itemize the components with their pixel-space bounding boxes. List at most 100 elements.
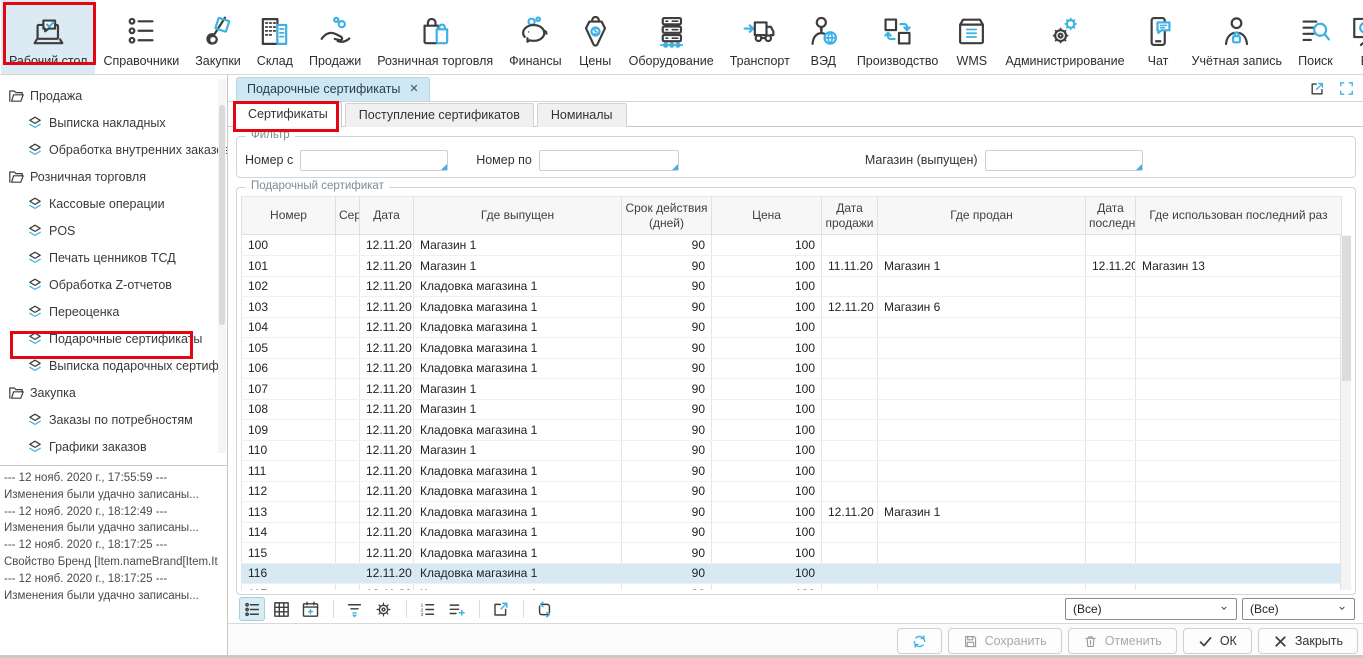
column-header[interactable]: Где выпущен: [414, 197, 622, 235]
toolbar-item-wms[interactable]: WMS: [946, 0, 997, 74]
navigation-tree: Продажа Выписка накладных Обработка внут…: [0, 75, 227, 465]
filter-input-2[interactable]: [986, 151, 1142, 170]
table-scrollbar-thumb[interactable]: [1342, 236, 1351, 381]
sidebar-item-3[interactable]: Розничная торговля: [0, 163, 227, 190]
table-row[interactable]: 10812.11.20Магазин 190100: [242, 399, 1342, 420]
sidebar-item-label: Закупка: [30, 386, 76, 400]
toolbar-item-sales[interactable]: Продажи: [301, 0, 369, 74]
column-header[interactable]: Номер: [242, 197, 336, 235]
settings-icon[interactable]: [370, 597, 396, 621]
filter-select-1[interactable]: (Все): [1242, 598, 1355, 620]
subtab-1[interactable]: Поступление сертификатов: [345, 103, 534, 127]
table-cell: 12.11.20: [360, 399, 414, 420]
column-header[interactable]: Где продан: [878, 197, 1086, 235]
table-row[interactable]: 10412.11.20Кладовка магазина 190100: [242, 317, 1342, 338]
toolbar-item-bi[interactable]: BI: [1341, 0, 1363, 74]
table-cell: 100: [712, 543, 822, 564]
table-row[interactable]: 10112.11.20Магазин 19010011.11.20Магазин…: [242, 256, 1342, 277]
table-row[interactable]: 10012.11.20Магазин 190100: [242, 235, 1342, 256]
table-row[interactable]: 11112.11.20Кладовка магазина 190100: [242, 461, 1342, 482]
table-row[interactable]: 10312.11.20Кладовка магазина 19010012.11…: [242, 297, 1342, 318]
toolbar-item-references[interactable]: Справочники: [95, 0, 187, 74]
table-cell: 100: [242, 235, 336, 256]
table-row[interactable]: 11512.11.20Кладовка магазина 190100: [242, 543, 1342, 564]
sidebar-item-5[interactable]: POS: [0, 217, 227, 244]
cancel-button[interactable]: Отменить: [1068, 628, 1177, 654]
toolbar-item-warehouse[interactable]: Склад: [249, 0, 301, 74]
toolbar-item-account[interactable]: Учётная запись: [1184, 0, 1290, 74]
tree-scrollbar-thumb[interactable]: [219, 105, 225, 325]
table-cell: 100: [712, 440, 822, 461]
toolbar-item-transport[interactable]: Транспорт: [722, 0, 798, 74]
toolbar-item-retail[interactable]: Розничная торговля: [369, 0, 501, 74]
toolbar-item-search[interactable]: Поиск: [1290, 0, 1341, 74]
column-header[interactable]: Где использован последний раз: [1136, 197, 1342, 235]
sidebar-item-12[interactable]: Заказы по потребностям: [0, 406, 227, 433]
column-header[interactable]: Дата продажи: [822, 197, 878, 235]
filter-input-0[interactable]: [301, 151, 447, 170]
fullscreen-icon[interactable]: [1338, 80, 1355, 97]
table-row[interactable]: 11412.11.20Кладовка магазина 190100: [242, 522, 1342, 543]
numbered-list-icon[interactable]: 123: [414, 597, 440, 621]
table-row[interactable]: 10612.11.20Кладовка магазина 190100: [242, 358, 1342, 379]
toolbar-item-prices[interactable]: $ Цены: [570, 0, 621, 74]
toolbar-item-chat[interactable]: Чат: [1133, 0, 1184, 74]
column-header[interactable]: Дата последн: [1086, 197, 1136, 235]
popout-window-icon[interactable]: [1309, 80, 1326, 97]
list-view-icon[interactable]: [239, 597, 265, 621]
refresh-button[interactable]: [897, 628, 942, 654]
tab-gift-certificates[interactable]: Подарочные сертификаты ✕: [236, 77, 430, 101]
list-add-icon[interactable]: [443, 597, 469, 621]
sidebar-item-8[interactable]: Переоценка: [0, 298, 227, 325]
sidebar-item-10[interactable]: Выписка подарочных сертифи: [0, 352, 227, 379]
tab-close-icon[interactable]: ✕: [409, 78, 418, 101]
column-header[interactable]: Дата: [360, 197, 414, 235]
sidebar-item-13[interactable]: Графики заказов: [0, 433, 227, 460]
table-scrollbar[interactable]: [1340, 235, 1351, 590]
save-button[interactable]: Сохранить: [948, 628, 1062, 654]
table-row[interactable]: 10512.11.20Кладовка магазина 190100: [242, 338, 1342, 359]
table-grid-icon[interactable]: [268, 597, 294, 621]
ok-button[interactable]: ОК: [1183, 628, 1252, 654]
toolbar-item-equipment[interactable]: Оборудование: [621, 0, 722, 74]
sidebar-item-9[interactable]: Подарочные сертификаты: [0, 325, 227, 352]
open-window-icon[interactable]: [487, 597, 513, 621]
sidebar-item-6[interactable]: Печать ценников ТСД: [0, 244, 227, 271]
sidebar-item-label: Розничная торговля: [30, 170, 146, 184]
filter-icon[interactable]: [341, 597, 367, 621]
sidebar-item-11[interactable]: Закупка: [0, 379, 227, 406]
close-button[interactable]: Закрыть: [1258, 628, 1358, 654]
layers-icon: [27, 115, 43, 131]
subtab-0[interactable]: Сертификаты: [234, 102, 342, 127]
column-header[interactable]: Сер: [336, 197, 360, 235]
table-row[interactable]: 10912.11.20Кладовка магазина 190100: [242, 420, 1342, 441]
sidebar-item-1[interactable]: Выписка накладных: [0, 109, 227, 136]
toolbar-item-production[interactable]: Производство: [849, 0, 947, 74]
table-row[interactable]: 11212.11.20Кладовка магазина 190100: [242, 481, 1342, 502]
sidebar-item-4[interactable]: Кассовые операции: [0, 190, 227, 217]
toolbar-item-admin[interactable]: Администрирование: [997, 0, 1132, 74]
sidebar-item-0[interactable]: Продажа: [0, 82, 227, 109]
filter-select-0[interactable]: (Все): [1065, 598, 1237, 620]
table-cell: 106: [242, 358, 336, 379]
subtab-2[interactable]: Номиналы: [537, 103, 627, 127]
sidebar-item-2[interactable]: Обработка внутренних заказов: [0, 136, 227, 163]
table-row[interactable]: 10212.11.20Кладовка магазина 190100: [242, 276, 1342, 297]
column-header[interactable]: Цена: [712, 197, 822, 235]
filter-input-1[interactable]: [540, 151, 678, 170]
filter-field-label: Магазин (выпущен): [865, 153, 978, 167]
table-row[interactable]: 11712.11.20Кладовка магазина 190100: [242, 584, 1342, 591]
toolbar-item-desktop[interactable]: Рабочий стол: [1, 0, 95, 74]
toolbar-item-purchases[interactable]: Закупки: [187, 0, 249, 74]
table-row[interactable]: 11612.11.20Кладовка магазина 190100: [242, 563, 1342, 584]
table-row[interactable]: 11312.11.20Кладовка магазина 19010012.11…: [242, 502, 1342, 523]
sidebar-item-7[interactable]: Обработка Z-отчетов: [0, 271, 227, 298]
table-row[interactable]: 10712.11.20Магазин 190100: [242, 379, 1342, 400]
toolbar-item-ved[interactable]: ВЭД: [798, 0, 849, 74]
table-row[interactable]: 11012.11.20Магазин 190100: [242, 440, 1342, 461]
toolbar-item-finance[interactable]: Финансы: [501, 0, 569, 74]
calendar-add-icon[interactable]: [297, 597, 323, 621]
tree-scrollbar[interactable]: [218, 79, 226, 453]
column-header[interactable]: Срок действия (дней): [622, 197, 712, 235]
reload-icon[interactable]: [531, 597, 557, 621]
